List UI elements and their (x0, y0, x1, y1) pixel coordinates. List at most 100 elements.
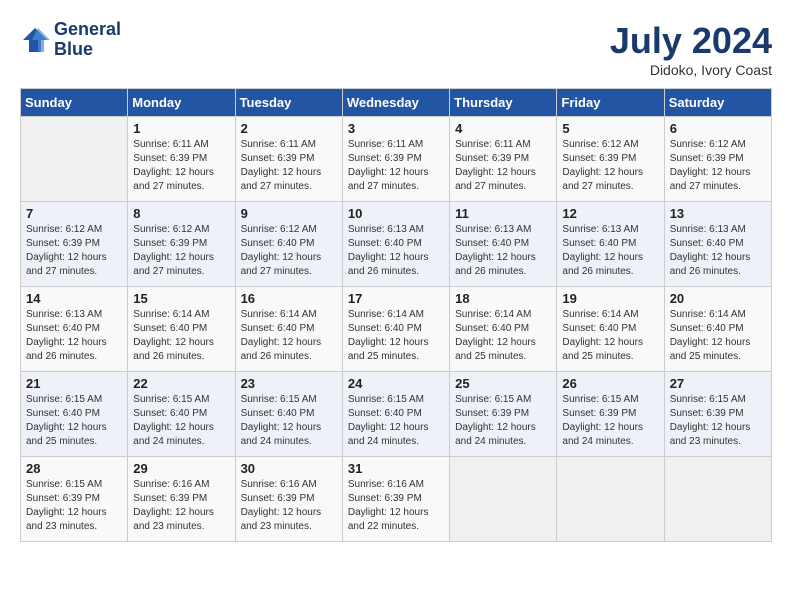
weekday-header-monday: Monday (128, 89, 235, 117)
day-info: Sunrise: 6:12 AM Sunset: 6:39 PM Dayligh… (670, 138, 766, 194)
day-number: 31 (348, 461, 444, 476)
day-info: Sunrise: 6:12 AM Sunset: 6:39 PM Dayligh… (133, 223, 229, 279)
calendar-cell: 5 Sunrise: 6:12 AM Sunset: 6:39 PM Daylig… (557, 117, 664, 202)
day-info: Sunrise: 6:13 AM Sunset: 6:40 PM Dayligh… (562, 223, 658, 279)
day-info: Sunrise: 6:14 AM Sunset: 6:40 PM Dayligh… (241, 308, 337, 364)
day-number: 24 (348, 376, 444, 391)
calendar-cell: 31 Sunrise: 6:16 AM Sunset: 6:39 PM Dayli… (342, 457, 449, 542)
day-number: 5 (562, 121, 658, 136)
logo-line1: General (54, 20, 121, 40)
day-number: 29 (133, 461, 229, 476)
calendar-cell: 15 Sunrise: 6:14 AM Sunset: 6:40 PM Dayli… (128, 287, 235, 372)
day-number: 22 (133, 376, 229, 391)
title-area: July 2024 Didoko, Ivory Coast (610, 20, 772, 78)
calendar-cell (557, 457, 664, 542)
calendar-cell: 3 Sunrise: 6:11 AM Sunset: 6:39 PM Daylig… (342, 117, 449, 202)
day-number: 2 (241, 121, 337, 136)
calendar-cell: 20 Sunrise: 6:14 AM Sunset: 6:40 PM Dayli… (664, 287, 771, 372)
month-title: July 2024 (610, 20, 772, 62)
day-number: 20 (670, 291, 766, 306)
day-info: Sunrise: 6:15 AM Sunset: 6:39 PM Dayligh… (670, 393, 766, 449)
day-info: Sunrise: 6:14 AM Sunset: 6:40 PM Dayligh… (133, 308, 229, 364)
calendar-cell: 11 Sunrise: 6:13 AM Sunset: 6:40 PM Dayli… (450, 202, 557, 287)
calendar-cell: 18 Sunrise: 6:14 AM Sunset: 6:40 PM Dayli… (450, 287, 557, 372)
calendar-cell (21, 117, 128, 202)
weekday-header-thursday: Thursday (450, 89, 557, 117)
day-number: 30 (241, 461, 337, 476)
day-info: Sunrise: 6:16 AM Sunset: 6:39 PM Dayligh… (133, 478, 229, 534)
day-info: Sunrise: 6:15 AM Sunset: 6:40 PM Dayligh… (26, 393, 122, 449)
weekday-header-friday: Friday (557, 89, 664, 117)
day-info: Sunrise: 6:15 AM Sunset: 6:40 PM Dayligh… (348, 393, 444, 449)
day-number: 15 (133, 291, 229, 306)
logo-line2: Blue (54, 40, 121, 60)
calendar-cell: 7Sunrise: 6:12 AM Sunset: 6:39 PM Daylig… (21, 202, 128, 287)
day-info: Sunrise: 6:16 AM Sunset: 6:39 PM Dayligh… (241, 478, 337, 534)
calendar-cell: 21Sunrise: 6:15 AM Sunset: 6:40 PM Dayli… (21, 372, 128, 457)
day-info: Sunrise: 6:12 AM Sunset: 6:40 PM Dayligh… (241, 223, 337, 279)
calendar-cell: 8 Sunrise: 6:12 AM Sunset: 6:39 PM Daylig… (128, 202, 235, 287)
day-number: 28 (26, 461, 122, 476)
day-info: Sunrise: 6:14 AM Sunset: 6:40 PM Dayligh… (455, 308, 551, 364)
calendar-cell: 23Sunrise: 6:15 AM Sunset: 6:40 PM Dayli… (235, 372, 342, 457)
day-info: Sunrise: 6:11 AM Sunset: 6:39 PM Dayligh… (348, 138, 444, 194)
calendar-cell: 30 Sunrise: 6:16 AM Sunset: 6:39 PM Dayli… (235, 457, 342, 542)
calendar-cell: 26Sunrise: 6:15 AM Sunset: 6:39 PM Dayli… (557, 372, 664, 457)
logo: General Blue (20, 20, 121, 60)
day-info: Sunrise: 6:11 AM Sunset: 6:39 PM Dayligh… (133, 138, 229, 194)
calendar-cell: 17Sunrise: 6:14 AM Sunset: 6:40 PM Dayli… (342, 287, 449, 372)
day-number: 3 (348, 121, 444, 136)
day-number: 10 (348, 206, 444, 221)
calendar-cell: 6 Sunrise: 6:12 AM Sunset: 6:39 PM Daylig… (664, 117, 771, 202)
day-number: 4 (455, 121, 551, 136)
calendar-cell: 27 Sunrise: 6:15 AM Sunset: 6:39 PM Dayli… (664, 372, 771, 457)
day-number: 25 (455, 376, 551, 391)
logo-text: General Blue (54, 20, 121, 60)
day-info: Sunrise: 6:14 AM Sunset: 6:40 PM Dayligh… (670, 308, 766, 364)
calendar-cell: 4Sunrise: 6:11 AM Sunset: 6:39 PM Daylig… (450, 117, 557, 202)
calendar-cell: 14Sunrise: 6:13 AM Sunset: 6:40 PM Dayli… (21, 287, 128, 372)
day-info: Sunrise: 6:11 AM Sunset: 6:39 PM Dayligh… (241, 138, 337, 194)
day-number: 12 (562, 206, 658, 221)
day-info: Sunrise: 6:12 AM Sunset: 6:39 PM Dayligh… (562, 138, 658, 194)
day-info: Sunrise: 6:14 AM Sunset: 6:40 PM Dayligh… (562, 308, 658, 364)
day-info: Sunrise: 6:15 AM Sunset: 6:40 PM Dayligh… (241, 393, 337, 449)
day-number: 19 (562, 291, 658, 306)
calendar-cell: 10Sunrise: 6:13 AM Sunset: 6:40 PM Dayli… (342, 202, 449, 287)
day-number: 18 (455, 291, 551, 306)
calendar-week-row: 7Sunrise: 6:12 AM Sunset: 6:39 PM Daylig… (21, 202, 772, 287)
day-number: 27 (670, 376, 766, 391)
page-header: General Blue July 2024 Didoko, Ivory Coa… (20, 20, 772, 78)
weekday-header-sunday: Sunday (21, 89, 128, 117)
calendar-cell: 29 Sunrise: 6:16 AM Sunset: 6:39 PM Dayli… (128, 457, 235, 542)
calendar-week-row: 1 Sunrise: 6:11 AM Sunset: 6:39 PM Daylig… (21, 117, 772, 202)
location: Didoko, Ivory Coast (610, 62, 772, 78)
day-info: Sunrise: 6:15 AM Sunset: 6:39 PM Dayligh… (26, 478, 122, 534)
day-info: Sunrise: 6:13 AM Sunset: 6:40 PM Dayligh… (455, 223, 551, 279)
day-number: 1 (133, 121, 229, 136)
calendar-week-row: 28 Sunrise: 6:15 AM Sunset: 6:39 PM Dayli… (21, 457, 772, 542)
calendar-week-row: 21Sunrise: 6:15 AM Sunset: 6:40 PM Dayli… (21, 372, 772, 457)
calendar-cell: 1 Sunrise: 6:11 AM Sunset: 6:39 PM Daylig… (128, 117, 235, 202)
weekday-header-row: SundayMondayTuesdayWednesdayThursdayFrid… (21, 89, 772, 117)
calendar-table: SundayMondayTuesdayWednesdayThursdayFrid… (20, 88, 772, 542)
calendar-cell (664, 457, 771, 542)
calendar-cell: 25Sunrise: 6:15 AM Sunset: 6:39 PM Dayli… (450, 372, 557, 457)
calendar-cell: 2 Sunrise: 6:11 AM Sunset: 6:39 PM Daylig… (235, 117, 342, 202)
day-number: 8 (133, 206, 229, 221)
day-info: Sunrise: 6:12 AM Sunset: 6:39 PM Dayligh… (26, 223, 122, 279)
day-info: Sunrise: 6:15 AM Sunset: 6:39 PM Dayligh… (562, 393, 658, 449)
calendar-week-row: 14Sunrise: 6:13 AM Sunset: 6:40 PM Dayli… (21, 287, 772, 372)
day-number: 6 (670, 121, 766, 136)
calendar-cell (450, 457, 557, 542)
calendar-cell: 13Sunrise: 6:13 AM Sunset: 6:40 PM Dayli… (664, 202, 771, 287)
day-number: 11 (455, 206, 551, 221)
calendar-cell: 12 Sunrise: 6:13 AM Sunset: 6:40 PM Dayli… (557, 202, 664, 287)
day-number: 16 (241, 291, 337, 306)
day-number: 13 (670, 206, 766, 221)
day-info: Sunrise: 6:15 AM Sunset: 6:40 PM Dayligh… (133, 393, 229, 449)
day-info: Sunrise: 6:16 AM Sunset: 6:39 PM Dayligh… (348, 478, 444, 534)
calendar-cell: 16 Sunrise: 6:14 AM Sunset: 6:40 PM Dayli… (235, 287, 342, 372)
calendar-cell: 24 Sunrise: 6:15 AM Sunset: 6:40 PM Dayli… (342, 372, 449, 457)
logo-icon (20, 25, 50, 55)
